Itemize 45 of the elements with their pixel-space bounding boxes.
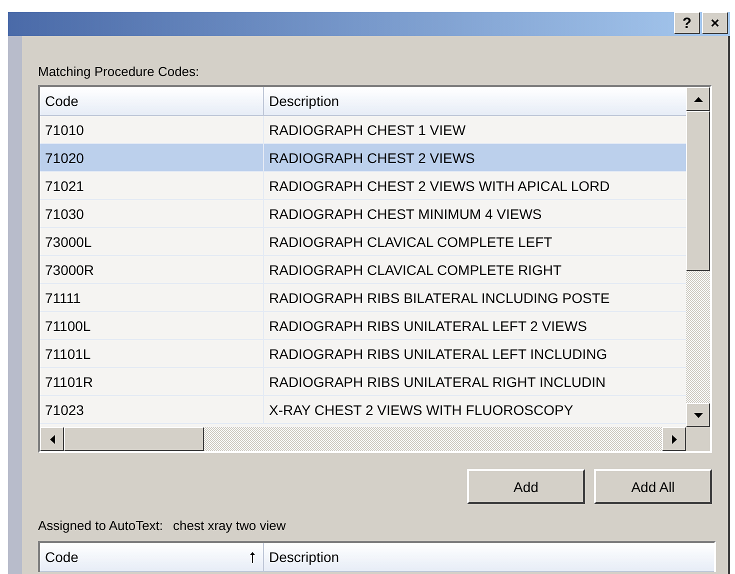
add-button[interactable]: Add xyxy=(467,469,585,504)
table-row[interactable]: 73000L RADIOGRAPH CLAVICAL COMPLETE LEFT xyxy=(40,228,686,256)
right-arrow-icon xyxy=(672,434,676,444)
table-cell-text: 71101L xyxy=(44,344,92,364)
table-cell-text: 71101R xyxy=(44,372,94,392)
table-row[interactable]: 71101L RADIOGRAPH RIBS UNILATERAL LEFT INCLUDING xyxy=(40,340,686,368)
column-header[interactable]: Code xyxy=(40,543,263,571)
down-arrow-icon xyxy=(694,412,702,418)
table-row[interactable]: 71023 X-RAY CHEST 2 VIEWS WITH FLUOROSCOPY xyxy=(40,396,686,424)
vertical-scrollbar[interactable] xyxy=(686,87,710,427)
table-cell-text: 71111 xyxy=(44,288,82,308)
table-row[interactable]: 71021 RADIOGRAPH CHEST 2 VIEWS WITH APICAL LORD xyxy=(40,172,686,200)
table-cell-text: 71023 xyxy=(44,400,85,420)
add-button[interactable]: Add All xyxy=(594,469,712,504)
table-row[interactable]: 71100L RADIOGRAPH RIBS UNILATERAL LEFT 2 VIEWS xyxy=(40,312,686,340)
title-bar-button[interactable]: ? xyxy=(674,12,700,34)
table-row[interactable]: 71111 RADIOGRAPH RIBS BILATERAL INCLUDING POSTE xyxy=(40,284,686,312)
section-label: Matching Procedure Codes: xyxy=(38,64,200,79)
scroll-left-button[interactable] xyxy=(40,427,64,451)
table-cell-text: 71020 xyxy=(44,148,85,168)
table-cell-text: 71100L xyxy=(44,316,92,336)
sort-arrow-icon xyxy=(250,552,255,562)
table-cell-text: 73000L xyxy=(44,232,93,252)
title-bar-button[interactable]: × xyxy=(702,12,728,34)
column-header[interactable]: Code xyxy=(40,87,263,115)
table-cell-text: 71010 xyxy=(44,120,85,140)
table-cell-text: 71021 xyxy=(44,176,85,196)
table-row[interactable]: 71020 RADIOGRAPH CHEST 2 VIEWS xyxy=(40,144,686,172)
scrollbar-corner xyxy=(686,427,710,451)
section-label: Assigned to AutoText: xyxy=(38,518,164,533)
scroll-right-button[interactable] xyxy=(662,427,686,451)
scroll-down-button[interactable] xyxy=(686,403,710,427)
table-row[interactable]: 73000R RADIOGRAPH CLAVICAL COMPLETE RIGHT xyxy=(40,256,686,284)
column-header[interactable]: Description xyxy=(263,543,714,571)
table-row[interactable]: 71030 RADIOGRAPH CHEST MINIMUM 4 VIEWS xyxy=(40,200,686,228)
scroll-thumb[interactable] xyxy=(64,427,204,451)
scroll-thumb[interactable] xyxy=(686,111,710,271)
table-cell-text: 73000R xyxy=(44,260,96,280)
horizontal-scrollbar[interactable] xyxy=(40,427,710,451)
scroll-up-button[interactable] xyxy=(686,87,710,111)
autotext-name: chest xray two view xyxy=(173,518,286,533)
up-arrow-icon xyxy=(694,96,702,102)
table-cell-text: 71030 xyxy=(44,204,85,224)
table-row[interactable]: 71101R RADIOGRAPH RIBS UNILATERAL RIGHT INCLUDIN xyxy=(40,368,686,396)
left-arrow-icon xyxy=(50,434,54,444)
